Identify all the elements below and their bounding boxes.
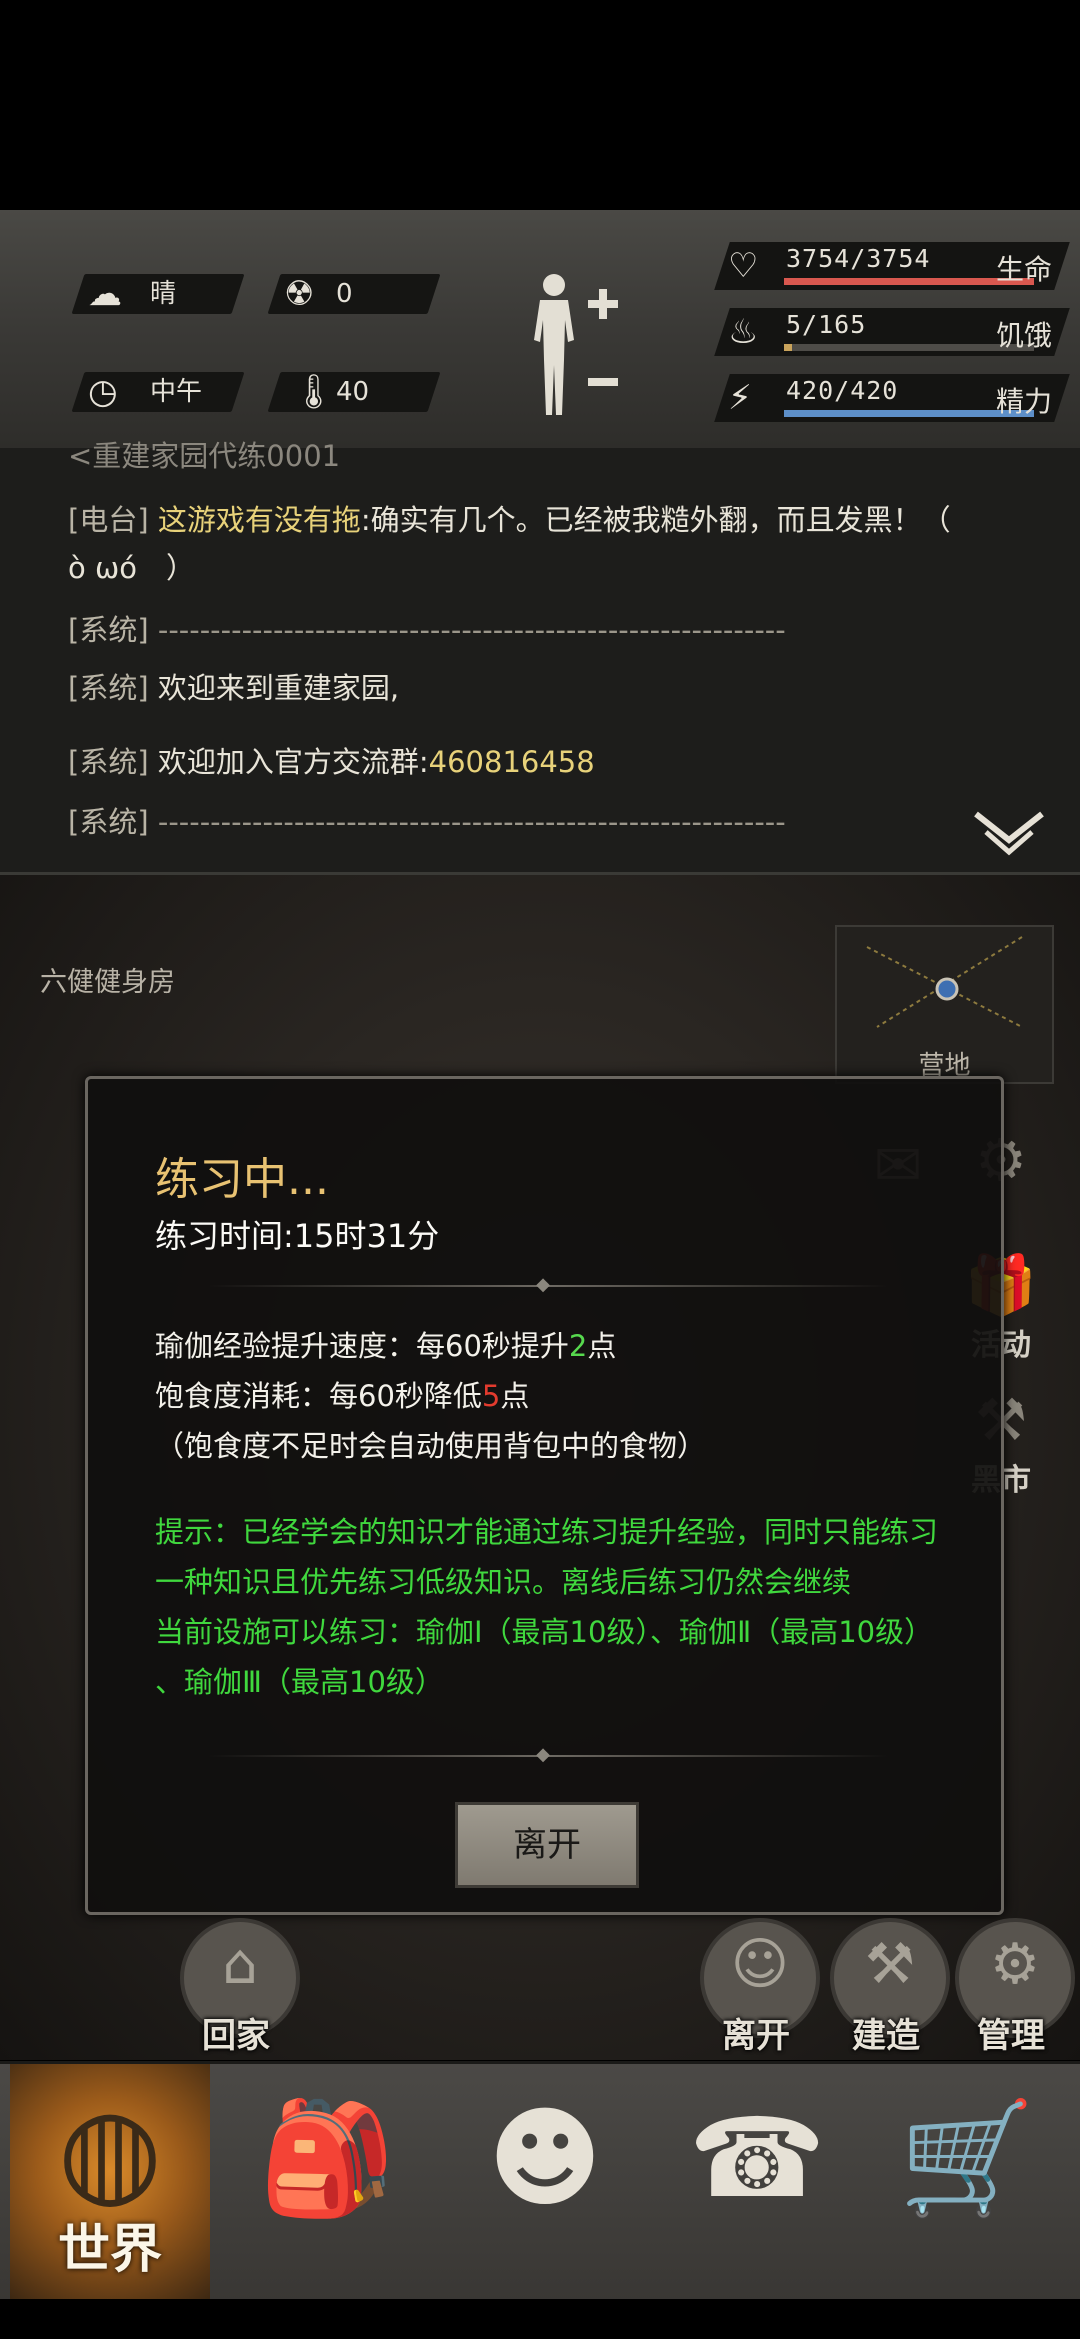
food-rate-line: 饱食度消耗：每60秒降低5点: [155, 1379, 530, 1413]
manage-label: 管理: [977, 2016, 1045, 2056]
radiation-value: 0: [336, 279, 353, 309]
nav-world-tab[interactable]: ◍ 世界: [10, 2064, 210, 2302]
chat-message: [电台] 这游戏有没有拖:确实有几个。已经被我糙外翻，而且发黑！（: [68, 503, 951, 537]
nav-skills-tab[interactable]: ☻: [440, 2064, 650, 2302]
leave-label: 离开: [722, 2016, 790, 2056]
chat-message: [系统] 欢迎来到重建家园,: [68, 671, 400, 705]
hunger-label: 饥饿: [996, 319, 1053, 352]
house-gear-icon: ⚙: [989, 1932, 1041, 1997]
hunger-value: 5/165: [786, 310, 867, 339]
backpack-icon: 🎒: [258, 2094, 396, 2222]
minimap[interactable]: 营地: [835, 925, 1054, 1084]
nav-world-label: 世界: [57, 2220, 162, 2280]
top-status-panel: ☁ 晴 ☢ 0 ◷ 中午 🌡 40 ♡ 3754/3754 生命 ♨ 5/165…: [0, 210, 1080, 451]
hint-line: 一种知识且优先练习低级知识。离线后练习仍然会继续: [155, 1565, 852, 1599]
chat-cutoff-line: <重建家园代练0001: [68, 439, 341, 473]
room-name: 六健健身房: [40, 967, 175, 998]
hint-line: 当前设施可以练习：瑜伽Ⅰ（最高10级）、瑜伽Ⅱ（最高10级）: [155, 1615, 934, 1649]
chat-message-continued: ò ωó ）: [68, 551, 195, 585]
home-label: 回家: [202, 2016, 270, 2056]
chat-message: [系统] -----------------------------------…: [68, 613, 786, 647]
practice-dialog: 练习中... 练习时间:15时31分 ◆ 瑜伽经验提升速度：每60秒提升2点 饱…: [85, 1076, 1004, 1915]
map-icon: [866, 936, 1023, 1028]
head-gears-icon: ☻: [487, 2094, 603, 2222]
chat-log[interactable]: <重建家园代练0001 [电台] 这游戏有没有拖:确实有几个。已经被我糙外翻，而…: [0, 439, 1080, 875]
walkie-talkie-icon: ☎: [688, 2094, 826, 2222]
build-label: 建造: [852, 2016, 920, 2056]
energy-label: 精力: [996, 385, 1053, 418]
energy-value: 420/420: [786, 376, 899, 405]
stomach-icon: ♨: [728, 312, 759, 352]
leave-dialog-button[interactable]: 离开: [455, 1802, 639, 1888]
heart-icon: ♡: [728, 246, 759, 286]
nav-radio-tab[interactable]: ☎: [652, 2064, 862, 2302]
build-icon: ⚒: [864, 1932, 916, 1997]
globe-icon: ◍: [57, 2082, 163, 2221]
divider-ornament-icon: ◆: [536, 1744, 550, 1765]
system-navigation-bar: [0, 2299, 1080, 2339]
health-label: 生命: [996, 253, 1053, 286]
time-of-day-text: 中午: [150, 377, 203, 407]
radiation-icon: ☢: [284, 274, 315, 314]
house-icon: ⌂: [222, 1932, 258, 1997]
dialog-title: 练习中...: [155, 1154, 329, 1205]
health-value: 3754/3754: [786, 244, 931, 273]
weather-icon: ☁: [88, 274, 122, 314]
nav-backpack-tab[interactable]: 🎒: [222, 2064, 432, 2302]
body-status-icon[interactable]: [524, 270, 634, 420]
divider-ornament-icon: ◆: [536, 1274, 550, 1295]
system-status-bar: [0, 0, 1080, 210]
chevron-down-icon[interactable]: [972, 810, 1046, 858]
shopping-cart-icon: 🛒: [898, 2094, 1036, 2222]
hint-line: 提示：已经学会的知识才能通过练习提升经验，同时只能练习: [155, 1515, 939, 1549]
nav-shop-tab[interactable]: 🛒: [862, 2064, 1072, 2302]
practice-time: 练习时间:15时31分: [155, 1217, 440, 1255]
temperature-value: 40: [336, 377, 370, 407]
thermometer-icon: 🌡: [292, 372, 336, 412]
user-exit-icon: ☺: [730, 1932, 790, 1997]
food-note: （饱食度不足时会自动使用背包中的食物）: [155, 1429, 707, 1463]
bottom-navigation: ◍ 世界 🎒 ☻ ☎ 🛒: [0, 2061, 1080, 2302]
hint-line: 、瑜伽Ⅲ（最高10级）: [155, 1665, 444, 1699]
exp-rate-line: 瑜伽经验提升速度：每60秒提升2点: [155, 1329, 617, 1363]
chat-message: [系统] -----------------------------------…: [68, 805, 786, 839]
brain-energy-icon: ⚡: [728, 378, 752, 418]
clock-icon: ◷: [88, 372, 118, 412]
chat-message: [系统] 欢迎加入官方交流群:460816458: [68, 745, 595, 779]
weather-text: 晴: [150, 279, 177, 309]
